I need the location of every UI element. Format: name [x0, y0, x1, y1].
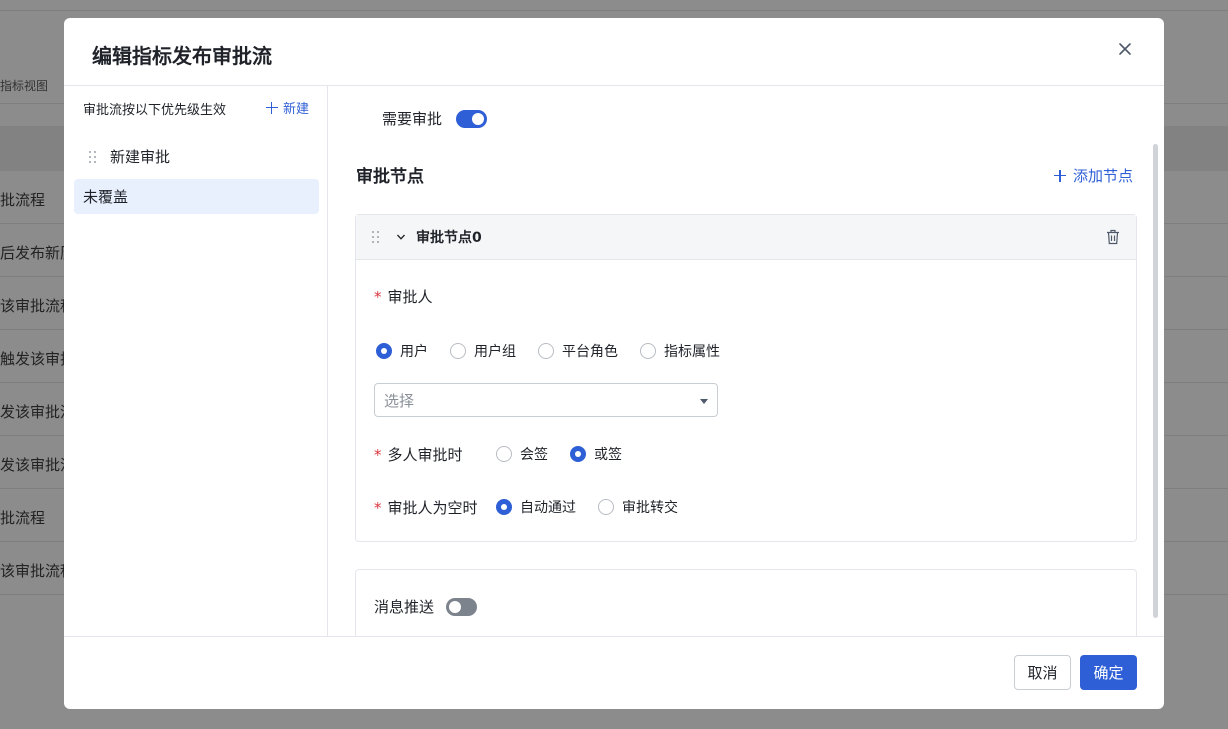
radio-dot [376, 343, 392, 359]
radio-platform-role[interactable]: 平台角色 [538, 341, 618, 361]
radio-dot [450, 343, 466, 359]
message-push-toggle[interactable] [446, 597, 478, 616]
radio-label: 用户组 [474, 344, 516, 360]
radio-metric-attribute[interactable]: 指标属性 [640, 341, 720, 361]
plus-icon [265, 101, 278, 114]
radio-dot [570, 446, 586, 462]
drag-handle-icon[interactable] [89, 150, 96, 163]
toggle-knob [449, 600, 462, 613]
approver-label-text: 审批人 [387, 288, 433, 306]
radio-transfer[interactable]: 审批转交 [598, 497, 678, 517]
radio-dot [598, 499, 614, 515]
required-mark: * [374, 288, 382, 306]
radio-auto-pass[interactable]: 自动通过 [496, 497, 576, 517]
message-push-label: 消息推送 [374, 598, 435, 616]
approver-type-radio-group: 用户 用户组 平台角色 指标属性 [376, 341, 742, 361]
need-approval-toggle[interactable] [456, 109, 488, 128]
multi-approver-radio-group: 会签 或签 [496, 444, 644, 464]
required-mark: * [374, 499, 382, 517]
radio-dot [496, 499, 512, 515]
radio-dot [538, 343, 554, 359]
node-header[interactable]: 审批节点0 [356, 215, 1136, 260]
flow-list-item-selected[interactable]: 未覆盖 [74, 179, 319, 214]
plus-icon [1054, 169, 1066, 182]
section-title: 审批节点 [356, 167, 424, 187]
message-push-card: 消息推送 [355, 569, 1137, 636]
message-push-row: 消息推送 [374, 596, 478, 617]
approval-node-card: 审批节点0 * 审批人 用户 用户组 平台角色 指标属性 选择 * 多人审批时 [355, 214, 1137, 542]
radio-dot [496, 446, 512, 462]
radio-label: 用户 [400, 344, 428, 360]
flow-config-panel: 需要审批 审批节点 添加节点 审批节点0 * 审批人 用户 用户组 平台角色 指… [329, 86, 1164, 636]
approver-select[interactable]: 选择 [374, 383, 718, 417]
confirm-button[interactable]: 确定 [1080, 655, 1137, 690]
edit-approval-flow-dialog: 编辑指标发布审批流 审批流按以下优先级生效 新建 新建审批 未覆盖 需要审批 审… [64, 18, 1164, 709]
select-placeholder: 选择 [384, 391, 415, 410]
empty-approver-radio-group: 自动通过 审批转交 [496, 497, 700, 517]
empty-label-text: 审批人为空时 [387, 499, 478, 517]
vertical-scrollbar[interactable] [1153, 144, 1158, 618]
priority-hint: 审批流按以下优先级生效 [83, 103, 227, 118]
toggle-knob [472, 112, 485, 125]
dialog-title: 编辑指标发布审批流 [92, 44, 272, 68]
drag-handle-icon[interactable] [372, 231, 379, 243]
close-icon[interactable] [1116, 40, 1134, 58]
radio-user[interactable]: 用户 [376, 341, 428, 361]
trash-icon[interactable] [1106, 229, 1120, 245]
caret-down-icon [700, 399, 708, 404]
radio-or-sign[interactable]: 或签 [570, 444, 622, 464]
add-node-label: 添加节点 [1073, 167, 1134, 185]
radio-user-group[interactable]: 用户组 [450, 341, 516, 361]
flow-list-item[interactable]: 新建审批 [74, 139, 319, 174]
new-flow-button[interactable]: 新建 [265, 98, 309, 117]
background-row-text: 批流程 [0, 191, 46, 209]
need-approval-label: 需要审批 [382, 110, 443, 128]
add-node-button[interactable]: 添加节点 [1054, 165, 1133, 186]
required-mark: * [374, 446, 382, 464]
background-row-text: 批流程 [0, 509, 46, 527]
radio-label: 会签 [520, 447, 548, 463]
radio-label: 指标属性 [664, 344, 720, 360]
new-flow-label: 新建 [282, 102, 309, 117]
approver-field-label: * 审批人 [374, 286, 433, 307]
radio-countersign[interactable]: 会签 [496, 444, 548, 464]
flow-list-panel: 审批流按以下优先级生效 新建 新建审批 未覆盖 [64, 86, 328, 636]
footer-divider [64, 636, 1164, 637]
cancel-button[interactable]: 取消 [1014, 655, 1071, 690]
radio-label: 或签 [594, 447, 622, 463]
background-divider [0, 10, 1228, 11]
radio-dot [640, 343, 656, 359]
node-title: 审批节点0 [416, 230, 482, 246]
background-tab: 指标视图 [0, 79, 49, 93]
chevron-down-icon[interactable] [396, 232, 406, 242]
flow-item-label: 未覆盖 [83, 188, 129, 206]
need-approval-row: 需要审批 [382, 108, 488, 129]
multi-approver-field-label: * 多人审批时 [374, 444, 463, 465]
empty-approver-field-label: * 审批人为空时 [374, 497, 478, 518]
radio-label: 平台角色 [562, 344, 618, 360]
flow-item-label: 新建审批 [110, 148, 171, 166]
radio-label: 自动通过 [520, 500, 576, 516]
multi-label-text: 多人审批时 [387, 446, 463, 464]
radio-label: 审批转交 [622, 500, 678, 516]
